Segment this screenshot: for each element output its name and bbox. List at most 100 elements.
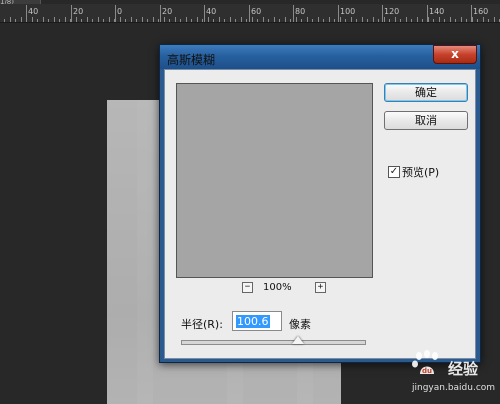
gaussian-blur-dialog: 高斯模糊 x − 100% + 确定 取消 ✓ 预览(P) 半径(R): 100… bbox=[159, 44, 481, 363]
zoom-level: 100% bbox=[263, 282, 292, 293]
ruler-major-tick bbox=[249, 5, 250, 22]
ruler-label: 120 bbox=[384, 7, 400, 16]
radius-slider-thumb[interactable] bbox=[292, 336, 304, 344]
pixels-unit-label: 像素 bbox=[289, 318, 311, 331]
ruler-minor-tick bbox=[400, 19, 401, 22]
preview-checkbox[interactable]: ✓ bbox=[388, 166, 400, 178]
ruler-minor-tick bbox=[274, 17, 275, 22]
radius-value: 100.6 bbox=[236, 315, 270, 328]
ruler-minor-tick bbox=[279, 19, 280, 22]
blur-preview-pane[interactable] bbox=[176, 83, 373, 278]
ruler-minor-tick bbox=[257, 19, 258, 22]
ruler-minor-tick bbox=[488, 19, 489, 22]
ruler-minor-tick bbox=[263, 17, 264, 22]
ruler-minor-tick bbox=[230, 17, 231, 22]
ruler-minor-tick bbox=[417, 17, 418, 22]
ruler-minor-tick bbox=[450, 17, 451, 22]
horizontal-ruler: 40 20 0 20 40 60 80 100 120 140 160 bbox=[0, 4, 500, 23]
ruler-label: 20 bbox=[73, 7, 84, 16]
ruler-minor-tick bbox=[428, 17, 429, 22]
ruler-minor-tick bbox=[131, 17, 132, 22]
ruler-minor-tick bbox=[164, 17, 165, 22]
ruler-minor-tick bbox=[433, 19, 434, 22]
close-button[interactable]: x bbox=[433, 45, 477, 64]
ruler-minor-tick bbox=[43, 17, 44, 22]
ruler-label: 140 bbox=[429, 7, 445, 16]
ruler-minor-tick bbox=[202, 19, 203, 22]
ruler-minor-tick bbox=[241, 17, 242, 22]
ruler-minor-tick bbox=[59, 19, 60, 22]
baidu-paw-logo: du bbox=[412, 350, 438, 375]
ruler-minor-tick bbox=[235, 19, 236, 22]
ok-button[interactable]: 确定 bbox=[384, 83, 468, 102]
ruler-minor-tick bbox=[169, 19, 170, 22]
ruler-minor-tick bbox=[81, 19, 82, 22]
radius-input[interactable]: 100.6 bbox=[232, 311, 282, 331]
ruler-minor-tick bbox=[373, 17, 374, 22]
zoom-in-button[interactable]: + bbox=[315, 282, 326, 293]
watermark-url: jingyan.baidu.com bbox=[412, 383, 496, 393]
ruler-minor-tick bbox=[384, 17, 385, 22]
ruler-label: 40 bbox=[28, 7, 39, 16]
ruler-label: 20 bbox=[162, 7, 173, 16]
svg-text:du: du bbox=[422, 367, 432, 375]
zoom-out-button[interactable]: − bbox=[242, 282, 253, 293]
ruler-minor-tick bbox=[351, 17, 352, 22]
ruler-major-tick bbox=[338, 5, 339, 22]
ruler-minor-tick bbox=[301, 19, 302, 22]
preview-checkbox-label[interactable]: 预览(P) bbox=[402, 164, 439, 180]
ruler-minor-tick bbox=[362, 17, 363, 22]
ruler-minor-tick bbox=[180, 19, 181, 22]
ruler-minor-tick bbox=[439, 17, 440, 22]
ruler-minor-tick bbox=[213, 19, 214, 22]
ruler-minor-tick bbox=[197, 17, 198, 22]
ruler-minor-tick bbox=[318, 17, 319, 22]
ruler-minor-tick bbox=[389, 19, 390, 22]
ruler-minor-tick bbox=[153, 17, 154, 22]
ruler-label: 80 bbox=[295, 7, 306, 16]
ruler-minor-tick bbox=[32, 17, 33, 22]
ruler-minor-tick bbox=[208, 17, 209, 22]
ruler-minor-tick bbox=[329, 17, 330, 22]
ruler-minor-tick bbox=[76, 17, 77, 22]
radius-slider-track[interactable] bbox=[181, 340, 366, 345]
ruler-major-tick bbox=[204, 5, 205, 22]
ruler-minor-tick bbox=[26, 19, 27, 22]
ruler-minor-tick bbox=[15, 19, 16, 22]
ruler-minor-tick bbox=[224, 19, 225, 22]
ruler-minor-tick bbox=[378, 19, 379, 22]
ruler-minor-tick bbox=[334, 19, 335, 22]
ruler-major-tick bbox=[71, 5, 72, 22]
cancel-button[interactable]: 取消 bbox=[384, 111, 468, 130]
ruler-minor-tick bbox=[186, 17, 187, 22]
ruler-minor-tick bbox=[158, 19, 159, 22]
ruler-minor-tick bbox=[142, 17, 143, 22]
ruler-major-tick bbox=[382, 5, 383, 22]
ruler-minor-tick bbox=[252, 17, 253, 22]
ruler-label: 0 bbox=[117, 7, 123, 16]
ruler-minor-tick bbox=[87, 17, 88, 22]
ruler-minor-tick bbox=[356, 19, 357, 22]
ruler-minor-tick bbox=[92, 19, 93, 22]
ruler-minor-tick bbox=[37, 19, 38, 22]
ruler-minor-tick bbox=[70, 19, 71, 22]
ruler-minor-tick bbox=[191, 19, 192, 22]
dialog-titlebar[interactable]: 高斯模糊 x bbox=[160, 45, 480, 69]
ruler-minor-tick bbox=[455, 19, 456, 22]
ruler-minor-tick bbox=[411, 19, 412, 22]
ruler-minor-tick bbox=[395, 17, 396, 22]
ruler-minor-tick bbox=[477, 19, 478, 22]
ruler-minor-tick bbox=[120, 17, 121, 22]
radius-label: 半径(R): bbox=[181, 318, 223, 331]
ruler-minor-tick bbox=[114, 19, 115, 22]
ruler-major-tick bbox=[115, 5, 116, 22]
ruler-minor-tick bbox=[125, 19, 126, 22]
close-icon: x bbox=[451, 47, 459, 61]
ruler-minor-tick bbox=[307, 17, 308, 22]
plus-icon: + bbox=[317, 282, 324, 292]
ruler-minor-tick bbox=[285, 17, 286, 22]
ruler-major-tick bbox=[293, 5, 294, 22]
ruler-minor-tick bbox=[54, 17, 55, 22]
ruler-minor-tick bbox=[21, 17, 22, 22]
ruler-minor-tick bbox=[109, 17, 110, 22]
